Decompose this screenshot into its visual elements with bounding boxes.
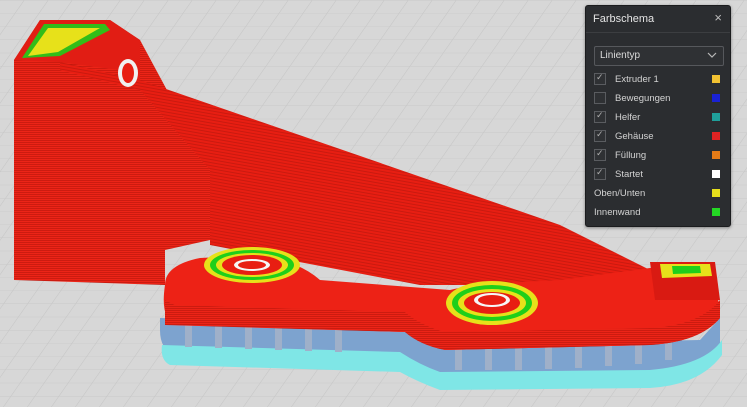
legend-row[interactable]: ✓ Füllung — [594, 148, 722, 164]
legend-row[interactable]: Bewegungen — [594, 91, 722, 107]
legend-row[interactable]: ✓ Extruder 1 — [594, 72, 722, 88]
visibility-checkbox[interactable] — [594, 92, 606, 104]
legend-label: Gehäuse — [615, 131, 654, 142]
legend-label: Startet — [615, 169, 643, 180]
panel-header: Farbschema × — [586, 6, 730, 33]
legend-label: Bewegungen — [615, 93, 671, 104]
color-swatch — [712, 208, 720, 216]
color-swatch — [712, 75, 720, 83]
color-scheme-panel: Farbschema × Linientyp ✓ Extruder 1 Bewegu… — [585, 5, 731, 227]
color-swatch — [712, 170, 720, 178]
color-swatch — [712, 132, 720, 140]
visibility-checkbox[interactable]: ✓ — [594, 167, 606, 180]
visibility-checkbox[interactable]: ✓ — [594, 72, 606, 85]
color-swatch — [712, 189, 720, 197]
color-swatch — [712, 94, 720, 102]
legend-label: Oben/Unten — [594, 188, 646, 199]
close-icon[interactable]: × — [714, 11, 722, 25]
chevron-down-icon — [707, 52, 717, 58]
legend-row[interactable]: ✓ Helfer — [594, 110, 722, 126]
checkmark-icon: ✓ — [596, 72, 604, 82]
color-swatch — [712, 113, 720, 121]
checkmark-icon: ✓ — [596, 110, 604, 120]
checkmark-icon: ✓ — [596, 129, 604, 139]
visibility-checkbox[interactable]: ✓ — [594, 110, 606, 123]
panel-title: Farbschema — [593, 13, 655, 25]
legend-label: Extruder 1 — [615, 74, 659, 85]
checkmark-icon: ✓ — [596, 167, 604, 177]
legend-label: Innenwand — [594, 207, 641, 218]
legend-row[interactable]: ✓ Startet — [594, 167, 722, 183]
legend-label: Helfer — [615, 112, 641, 123]
legend-row[interactable]: ✓ Gehäuse — [594, 129, 722, 145]
visibility-checkbox[interactable]: ✓ — [594, 129, 606, 142]
color-swatch — [712, 151, 720, 159]
legend-row: Oben/Unten — [594, 186, 722, 202]
dropdown-selected-value: Linientyp — [600, 50, 641, 61]
line-type-dropdown[interactable]: Linientyp — [594, 46, 724, 66]
legend-row: Innenwand — [594, 205, 722, 221]
checkmark-icon: ✓ — [596, 148, 604, 158]
legend-label: Füllung — [615, 150, 647, 161]
visibility-checkbox[interactable]: ✓ — [594, 148, 606, 161]
